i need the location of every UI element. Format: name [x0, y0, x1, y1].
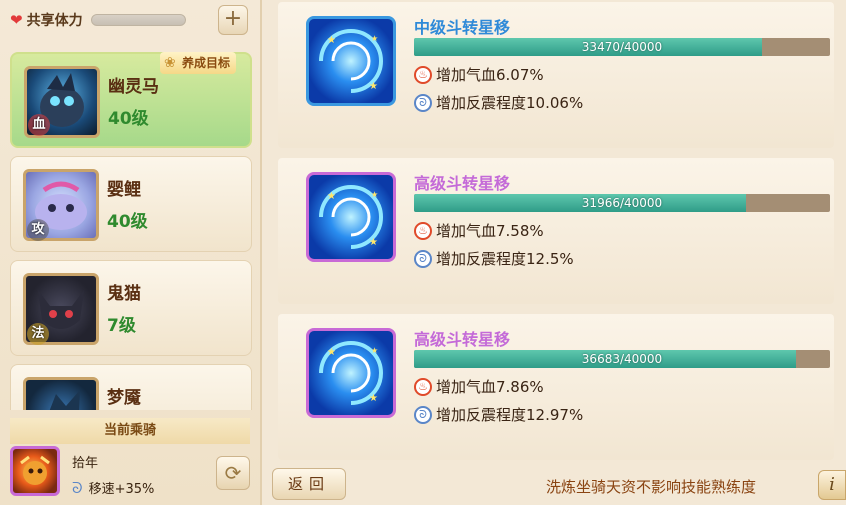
skill-entry[interactable]: ★ ★ ★ 高级斗转星移 36683/40000 ♨ 增加气血7.86% ᘐ 增…: [278, 314, 834, 460]
fire-icon: ♨: [414, 65, 432, 84]
refine-notice: 洗炼坐骑天资不影响技能熟练度: [546, 478, 757, 496]
svg-text:★: ★: [369, 81, 378, 92]
svg-text:★: ★: [327, 347, 336, 358]
effect-text: 增加反震程度10.06%: [436, 94, 584, 112]
star-swirl-icon: ★ ★ ★: [306, 172, 396, 262]
heart-icon: ❤: [10, 11, 23, 29]
swirl-graphic: ★ ★ ★: [319, 29, 383, 93]
skill-title: 高级斗转星移: [414, 174, 511, 193]
star-swirl-icon: ★ ★ ★: [306, 328, 396, 418]
current-mount-name: 拾年: [72, 456, 99, 471]
wind-icon: ᘐ: [414, 405, 432, 424]
nian-beast-image: [20, 455, 50, 485]
effect-text: 增加反震程度12.5%: [436, 250, 574, 268]
proficiency-bar: 31966/40000: [414, 194, 830, 212]
mount-name: 鬼猫: [107, 284, 141, 304]
proficiency-text: 33470/40000: [581, 40, 663, 54]
stamina-gauge: [90, 14, 186, 26]
proficiency-text: 31966/40000: [581, 196, 663, 210]
skill-entry[interactable]: ★ ★ ★ 中级斗转星移 33470/40000 ♨ 增加气血6.07% ᘐ 增…: [278, 2, 834, 148]
mount-list[interactable]: 血 幽灵马 40级 攻 婴鲤 40级 法 鬼猫 7级 梦魇: [10, 44, 252, 410]
speed-text: 移速+35%: [88, 482, 155, 497]
skills-panel: ★ ★ ★ 中级斗转星移 33470/40000 ♨ 增加气血6.07% ᘐ 增…: [268, 0, 846, 505]
attribute-badge: 攻: [27, 219, 49, 241]
current-mount-title: 当前乘骑: [10, 418, 250, 444]
svg-text:★: ★: [369, 393, 378, 404]
mount-card-baby-carp[interactable]: 攻 婴鲤 40级: [10, 156, 252, 252]
svg-text:★: ★: [369, 237, 378, 248]
wind-icon: ᘐ: [414, 93, 432, 112]
skill-effect-hp: ♨ 增加气血6.07%: [414, 64, 544, 85]
swirl-graphic: ★ ★ ★: [319, 341, 383, 405]
skill-entry[interactable]: ★ ★ ★ 高级斗转星移 31966/40000 ♨ 增加气血7.58% ᘐ 增…: [278, 158, 834, 304]
skill-title: 中级斗转星移: [414, 18, 511, 37]
wind-icon: ᘐ: [72, 478, 83, 497]
mount-name: 幽灵马: [108, 77, 159, 97]
back-button[interactable]: 返回: [272, 468, 346, 500]
swap-mount-button[interactable]: ⟳: [216, 456, 250, 490]
mount-card-ghost-cat[interactable]: 法 鬼猫 7级: [10, 260, 252, 356]
add-stamina-button[interactable]: +: [218, 5, 248, 35]
shared-stamina-bar: ❤ 共享体力 +: [10, 5, 250, 35]
mount-portrait: [23, 377, 99, 410]
nightmare-image: [49, 390, 80, 410]
svg-text:★: ★: [371, 190, 378, 199]
effect-text: 增加反震程度12.97%: [436, 406, 584, 424]
skill-effect-hp: ♨ 增加气血7.58%: [414, 220, 544, 241]
swirl-graphic: ★ ★ ★: [319, 185, 383, 249]
effect-text: 增加气血6.07%: [436, 66, 544, 84]
mount-list-panel: ❤ 共享体力 + 血 幽灵马 40级 攻 婴鲤 40级 法 鬼猫 7级 梦魇 ❀…: [0, 0, 262, 505]
mount-card-nightmare[interactable]: 梦魇: [10, 364, 252, 410]
fire-icon: ♨: [414, 221, 432, 240]
svg-text:★: ★: [327, 191, 336, 202]
stamina-label: 共享体力: [26, 13, 83, 29]
proficiency-text: 36683/40000: [581, 352, 663, 366]
attribute-badge: 血: [28, 114, 50, 136]
skill-title: 高级斗转星移: [414, 330, 511, 349]
current-mount-portrait[interactable]: [10, 446, 60, 496]
svg-text:★: ★: [371, 34, 378, 43]
info-button[interactable]: i: [818, 470, 846, 500]
cultivation-goal-tag[interactable]: 养成目标: [160, 52, 237, 74]
skill-effect-counter: ᘐ 增加反震程度10.06%: [414, 92, 583, 113]
mount-name: 梦魇: [107, 388, 141, 408]
mount-level: 40级: [108, 109, 149, 129]
svg-text:★: ★: [327, 35, 336, 46]
skill-effect-hp: ♨ 增加气血7.86%: [414, 376, 544, 397]
svg-text:★: ★: [371, 346, 378, 355]
attribute-badge: 法: [27, 323, 49, 345]
current-mount-speed: ᘐ 移速+35%: [72, 478, 155, 498]
fire-icon: ♨: [414, 377, 432, 396]
mount-level: 40级: [107, 212, 148, 232]
star-swirl-icon: ★ ★ ★: [306, 16, 396, 106]
wind-icon: ᘐ: [414, 249, 432, 268]
skill-effect-counter: ᘐ 增加反震程度12.5%: [414, 248, 574, 269]
proficiency-bar: 33470/40000: [414, 38, 830, 56]
skill-effect-counter: ᘐ 增加反震程度12.97%: [414, 404, 583, 425]
effect-text: 增加气血7.58%: [436, 222, 544, 240]
proficiency-bar: 36683/40000: [414, 350, 830, 368]
effect-text: 增加气血7.86%: [436, 378, 544, 396]
mount-level: 7级: [107, 316, 136, 336]
mount-name: 婴鲤: [107, 180, 141, 200]
